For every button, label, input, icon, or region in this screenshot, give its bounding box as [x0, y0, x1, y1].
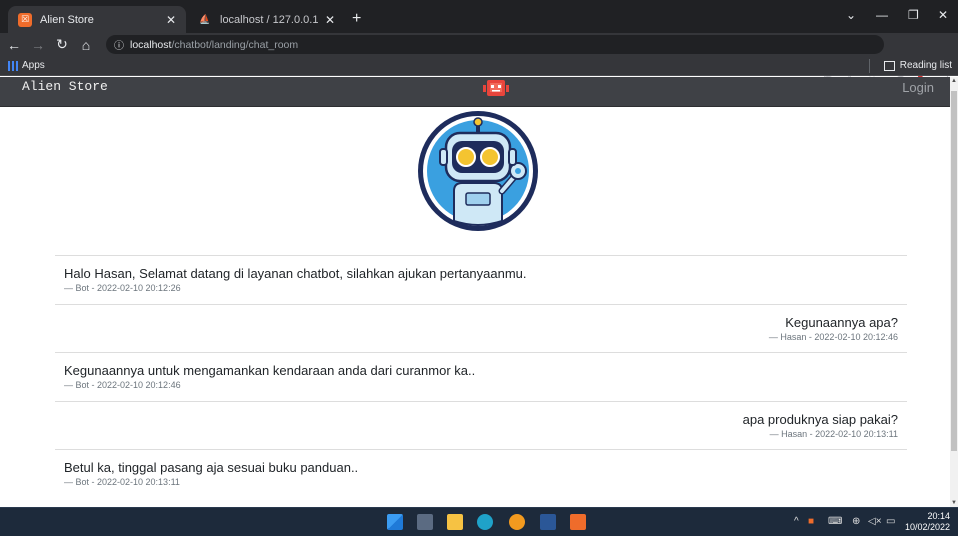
minimize-button[interactable]: — [876, 8, 888, 22]
phpmyadmin-favicon-icon: ⛵ [199, 14, 211, 24]
url-host: localhost [130, 38, 172, 51]
message-text: Kegunaannya untuk mengamankan kendaraan … [64, 363, 476, 378]
apps-bookmark[interactable]: Apps [22, 60, 45, 71]
windows-taskbar: ^ ■ ⌨ ⊕ ◁× ▭ 20:14 10/02/2022 [0, 507, 958, 536]
xampp-icon[interactable] [570, 514, 586, 530]
browser-toolbar: ← → ↻ ⌂ ⓘ localhost /chatbot/landing/cha… [0, 33, 958, 83]
chat-message-user: Kegunaannya apa? — Hasan - 2022-02-10 20… [55, 303, 907, 353]
close-tab-icon[interactable]: ✕ [166, 13, 176, 27]
chat-message-bot: Kegunaannya untuk mengamankan kendaraan … [55, 352, 907, 401]
message-meta: — Hasan - 2022-02-10 20:13:11 [769, 428, 898, 439]
tab-title: Alien Store [40, 13, 94, 26]
browser-tab-strip: ☒ Alien Store ✕ ⛵ localhost / 127.0.0.1 … [0, 0, 958, 33]
message-text: Betul ka, tinggal pasang aja sesuai buku… [64, 460, 359, 475]
login-link[interactable]: Login [902, 80, 934, 95]
address-bar[interactable]: ⓘ localhost /chatbot/landing/chat_room [106, 35, 884, 54]
chat-message-bot: Betul ka, tinggal pasang aja sesuai buku… [55, 449, 907, 498]
scroll-down-icon[interactable]: ▼ [950, 499, 958, 507]
forward-button[interactable]: → [28, 37, 48, 53]
new-tab-button[interactable]: + [352, 10, 361, 28]
site-info-icon[interactable]: ⓘ [114, 37, 124, 52]
battery-icon[interactable]: ▭ [886, 516, 895, 527]
reading-list-label: Reading list [899, 60, 952, 71]
url-path: /chatbot/landing/chat_room [171, 38, 299, 51]
reading-list-button[interactable]: Reading list [883, 60, 952, 71]
message-text: apa produknya siap pakai? [742, 411, 898, 427]
start-button[interactable] [387, 514, 403, 530]
reading-list-icon [883, 60, 895, 71]
message-text: Kegunaannya apa? [785, 314, 898, 330]
network-icon[interactable]: ⊕ [852, 516, 860, 527]
chat-message-user: apa produknya siap pakai? — Hasan - 2022… [55, 400, 907, 450]
tray-overflow-icon[interactable]: ^ [794, 516, 799, 527]
chat-message-bot: Halo Hasan, Selamat datang di layanan ch… [55, 255, 907, 304]
clock-time: 20:14 [927, 511, 950, 521]
site-navbar: Alien Store Login [0, 77, 950, 107]
tab-phpmyadmin[interactable]: ⛵ localhost / 127.0.0.1 / chatbot / c ✕ [188, 6, 345, 33]
restore-button[interactable]: ❐ [908, 8, 919, 22]
edge-icon[interactable] [477, 514, 493, 530]
bookmarks-divider [869, 59, 870, 73]
home-button[interactable]: ⌂ [76, 37, 96, 53]
apps-icon [8, 60, 18, 71]
tab-alien-store[interactable]: ☒ Alien Store ✕ [8, 6, 186, 33]
page-scrollbar[interactable]: ▲ ▼ [950, 77, 958, 507]
scrollbar-thumb[interactable] [951, 91, 957, 451]
robot-icon [483, 80, 509, 96]
alien-store-favicon-icon: ☒ [18, 12, 32, 27]
tab-search-icon[interactable]: ⌄ [846, 8, 856, 22]
back-button[interactable]: ← [4, 37, 24, 53]
brand-link[interactable]: Alien Store [22, 79, 108, 94]
page-viewport: Alien Store Login Halo Hasan, Selamat da… [0, 77, 950, 507]
task-view-icon[interactable] [417, 514, 433, 530]
message-meta: — Bot - 2022-02-10 20:12:46 [64, 380, 181, 390]
clock-date: 10/02/2022 [904, 522, 950, 532]
tray-xampp-icon[interactable]: ■ [808, 516, 814, 527]
system-clock[interactable]: 20:14 10/02/2022 [905, 511, 950, 533]
word-icon[interactable] [540, 514, 556, 530]
tab-title: localhost / 127.0.0.1 / chatbot / c [220, 13, 319, 26]
message-meta: — Bot - 2022-02-10 20:13:11 [64, 477, 180, 487]
reload-button[interactable]: ↻ [52, 36, 72, 53]
scroll-up-icon[interactable]: ▲ [950, 77, 958, 85]
message-text: Halo Hasan, Selamat datang di layanan ch… [64, 266, 527, 281]
volume-icon[interactable]: ◁× [868, 516, 882, 527]
message-meta: — Hasan - 2022-02-10 20:12:46 [768, 331, 898, 342]
file-explorer-icon[interactable] [447, 514, 463, 530]
keyboard-icon[interactable]: ⌨ [828, 516, 842, 527]
close-tab-icon[interactable]: ✕ [325, 13, 335, 27]
chrome-icon[interactable] [509, 514, 525, 530]
chat-message-list: Halo Hasan, Selamat datang di layanan ch… [55, 255, 907, 498]
bookmarks-bar: Apps Reading list [0, 56, 958, 76]
message-meta: — Bot - 2022-02-10 20:12:26 [64, 283, 181, 293]
robot-avatar [418, 111, 538, 231]
close-window-button[interactable]: ✕ [938, 8, 948, 22]
